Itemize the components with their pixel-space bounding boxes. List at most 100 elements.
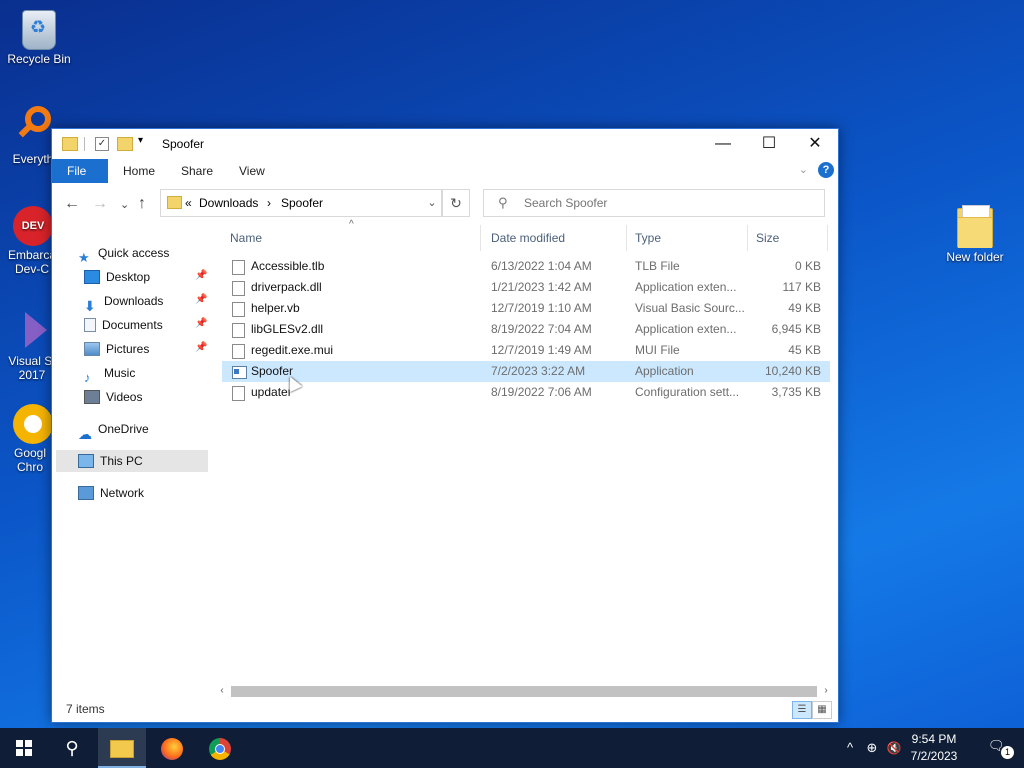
address-bar[interactable]: « Downloads › Spoofer ⌄ (160, 189, 442, 217)
nav-item-quick-access[interactable]: ★ Quick access (78, 242, 169, 265)
picture-icon (84, 341, 100, 356)
nav-label: This PC (100, 454, 143, 468)
search-input[interactable] (522, 193, 816, 213)
nav-item-this-pc[interactable]: This PC (56, 450, 208, 472)
details-view-button[interactable]: ☰ (792, 701, 812, 719)
expand-ribbon-icon[interactable]: ⌄ (799, 163, 808, 176)
pin-icon: 📌 (195, 294, 208, 305)
column-header-name[interactable]: Name (222, 225, 481, 251)
nav-label: Downloads (104, 294, 164, 308)
file-size: 10,240 KB (764, 364, 821, 378)
file-type: MUI File (635, 343, 680, 357)
up-button[interactable]: ↑ (138, 195, 146, 213)
status-bar: 7 items ☰ ▦ (52, 698, 838, 722)
taskbar-file-explorer[interactable] (98, 728, 146, 768)
file-type: Application (635, 364, 694, 378)
file-row[interactable]: helper.vb 12/7/2019 1:10 AM Visual Basic… (222, 298, 830, 319)
nav-item-downloads[interactable]: ⬇ Downloads (84, 290, 164, 314)
help-icon[interactable]: ? (818, 162, 834, 178)
dll-file-icon (232, 323, 245, 338)
desktop-icon-new-folder[interactable]: New folder (938, 205, 1012, 264)
network-globe-icon[interactable]: ⊕ (862, 728, 882, 768)
breadcrumb-downloads[interactable]: Downloads (199, 196, 258, 210)
file-type: Configuration sett... (635, 385, 740, 399)
file-row[interactable]: driverpack.dll 1/21/2023 1:42 AM Applica… (222, 277, 830, 298)
network-icon (78, 485, 94, 500)
column-header-type[interactable]: Type (627, 225, 748, 251)
file-row[interactable]: Accessible.tlb 6/13/2022 1:04 AM TLB Fil… (222, 256, 830, 277)
file-date: 1/21/2023 1:42 AM (491, 280, 592, 294)
volume-muted-icon[interactable]: 🔇 (884, 728, 904, 768)
nav-item-onedrive[interactable]: ☁ OneDrive (78, 418, 149, 442)
close-button[interactable]: ✕ (792, 129, 838, 159)
file-date: 12/7/2019 1:49 AM (491, 343, 592, 357)
taskbar-chrome[interactable] (196, 728, 244, 768)
recycle-bin-icon (22, 10, 56, 50)
address-row: ← → ⌄ ↑ « Downloads › Spoofer ⌄ ↻ ⚲ (52, 187, 838, 219)
start-button[interactable] (0, 728, 48, 768)
scroll-right-button[interactable]: › (819, 683, 833, 699)
breadcrumb-separator[interactable]: › (267, 196, 271, 210)
file-explorer-window: ✓ ▾ Spoofer — ☐ ✕ File Home Share View ⌄… (51, 128, 839, 723)
file-row[interactable]: regedit.exe.mui 12/7/2019 1:49 AM MUI Fi… (222, 340, 830, 361)
back-button[interactable]: ← (64, 195, 80, 213)
forward-button[interactable]: → (92, 195, 108, 213)
minimize-button[interactable]: — (700, 129, 746, 159)
action-center-button[interactable]: 🗨 1 (988, 738, 1014, 759)
large-icons-view-button[interactable]: ▦ (812, 701, 832, 719)
file-type: TLB File (635, 259, 680, 273)
quick-access-toolbar-dropdown[interactable]: ▾ (138, 135, 143, 151)
file-name: helper.vb (251, 301, 300, 315)
nav-item-documents[interactable]: Documents (84, 314, 163, 336)
refresh-button[interactable]: ↻ (442, 189, 470, 217)
pin-icon: 📌 (195, 270, 208, 281)
breadcrumb-spoofer[interactable]: Spoofer (281, 196, 323, 210)
tab-file[interactable]: File (52, 159, 108, 183)
recent-locations-button[interactable]: ⌄ (120, 198, 129, 211)
nav-item-network[interactable]: Network (78, 482, 144, 504)
maximize-button[interactable]: ☐ (746, 129, 792, 159)
nav-item-music[interactable]: ♪ Music (84, 362, 135, 385)
tab-view[interactable]: View (224, 159, 280, 183)
file-icon (232, 302, 245, 317)
horizontal-scrollbar[interactable]: ‹ › (215, 683, 833, 699)
file-row[interactable]: updater 8/19/2022 7:06 AM Configuration … (222, 382, 830, 403)
taskbar-clock[interactable]: 9:54 PM 7/2/2023 (904, 731, 964, 765)
tab-share[interactable]: Share (166, 159, 228, 183)
scrollbar-thumb[interactable] (231, 686, 817, 697)
notification-count-badge: 1 (1001, 746, 1014, 759)
nav-item-pictures[interactable]: Pictures (84, 338, 149, 360)
taskbar-search-button[interactable]: ⚲ (48, 728, 96, 768)
firefox-icon (161, 738, 183, 761)
file-row-selected[interactable]: Spoofer 7/2/2023 3:22 AM Application 10,… (222, 361, 830, 382)
show-hidden-icons-button[interactable]: ^ (842, 728, 858, 768)
nav-label: Desktop (106, 270, 151, 284)
folder-icon (62, 137, 78, 151)
video-icon (84, 389, 100, 404)
tab-home[interactable]: Home (108, 159, 170, 183)
column-header-size[interactable]: Size (748, 225, 828, 251)
file-icon (232, 260, 245, 275)
divider (84, 137, 85, 151)
address-dropdown-icon[interactable]: ⌄ (421, 192, 443, 214)
devcpp-app-icon: DEV (13, 206, 53, 246)
properties-icon[interactable]: ✓ (95, 137, 109, 151)
file-size: 117 KB (782, 280, 821, 294)
scroll-left-button[interactable]: ‹ (215, 683, 229, 699)
column-header-date-modified[interactable]: Date modified (483, 225, 627, 251)
dll-file-icon (232, 281, 245, 296)
search-box[interactable]: ⚲ (483, 189, 825, 217)
file-type: Visual Basic Sourc... (635, 301, 745, 315)
star-icon: ★ (78, 249, 90, 265)
file-row[interactable]: libGLESv2.dll 8/19/2022 7:04 AM Applicat… (222, 319, 830, 340)
computer-icon (78, 453, 94, 468)
breadcrumb-overflow[interactable]: « (185, 196, 192, 210)
new-folder-icon[interactable] (117, 137, 133, 151)
nav-item-videos[interactable]: Videos (84, 386, 142, 408)
title-bar[interactable]: ✓ ▾ Spoofer — ☐ ✕ (52, 129, 838, 159)
cloud-icon: ☁ (78, 425, 92, 442)
nav-item-desktop[interactable]: Desktop (84, 266, 150, 288)
desktop-icon-recycle-bin[interactable]: Recycle Bin (2, 10, 76, 66)
nav-label: Documents (102, 318, 163, 332)
taskbar-firefox[interactable] (148, 728, 196, 768)
